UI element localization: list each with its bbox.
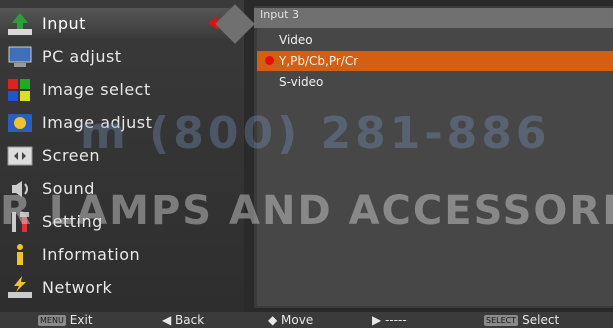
hint-exit-label: Exit (69, 313, 93, 327)
hint-exit: MENU Exit (38, 313, 93, 327)
hint-next: ▶ ----- (372, 313, 407, 327)
pc-adjust-icon (6, 44, 34, 70)
selected-indicator-icon (265, 56, 274, 65)
hint-select-label: Select (522, 313, 560, 327)
submenu-item-label: Video (279, 33, 313, 47)
submenu-title: Input 3 (254, 8, 613, 28)
hint-select: SELECT Select (484, 313, 559, 327)
submenu-list: Video Y,Pb/Cb,Pr/Cr S-video (257, 28, 613, 306)
menu-key-icon: MENU (38, 314, 66, 326)
watermark-phone: m (800) 281-886 (80, 108, 551, 159)
select-key-icon: SELECT (484, 314, 519, 326)
key-guide-bar: MENU Exit ◀ Back ◆ Move ▶ ----- SELECT S… (0, 312, 613, 328)
hint-move: ◆ Move (268, 313, 313, 327)
hint-back: ◀ Back (162, 313, 204, 327)
hint-next-label: ▶ ----- (372, 313, 407, 327)
menu-item-input[interactable]: Input (0, 8, 236, 39)
information-icon (6, 242, 34, 268)
menu-item-image-select[interactable]: Image select (0, 74, 236, 105)
screen-icon (6, 143, 34, 169)
menu-label-information: Information (42, 245, 141, 264)
hint-back-label: ◀ Back (162, 313, 205, 327)
menu-item-information[interactable]: Information (0, 239, 236, 270)
watermark-text: R LAMPS AND ACCESSORIES (0, 188, 613, 234)
image-adjust-icon (6, 110, 34, 136)
submenu-item-video[interactable]: Video (257, 30, 613, 50)
input-icon (6, 11, 34, 37)
submenu-item-label: Y,Pb/Cb,Pr/Cr (279, 54, 359, 68)
submenu-item-ypbpr[interactable]: Y,Pb/Cb,Pr/Cr (257, 51, 613, 71)
network-icon (6, 275, 34, 301)
hint-move-label: ◆ Move (268, 313, 314, 327)
menu-label-pc-adjust: PC adjust (42, 47, 122, 66)
menu-label-network: Network (42, 278, 113, 297)
osd-menu: Input PC adjust Image select Image adjus… (0, 0, 613, 328)
submenu-item-s-video[interactable]: S-video (257, 72, 613, 92)
menu-label-input: Input (42, 14, 86, 33)
image-select-icon (6, 77, 34, 103)
submenu-item-label: S-video (279, 75, 324, 89)
menu-item-network[interactable]: Network (0, 272, 236, 303)
menu-item-pc-adjust[interactable]: PC adjust (0, 41, 236, 72)
menu-label-image-select: Image select (42, 80, 151, 99)
